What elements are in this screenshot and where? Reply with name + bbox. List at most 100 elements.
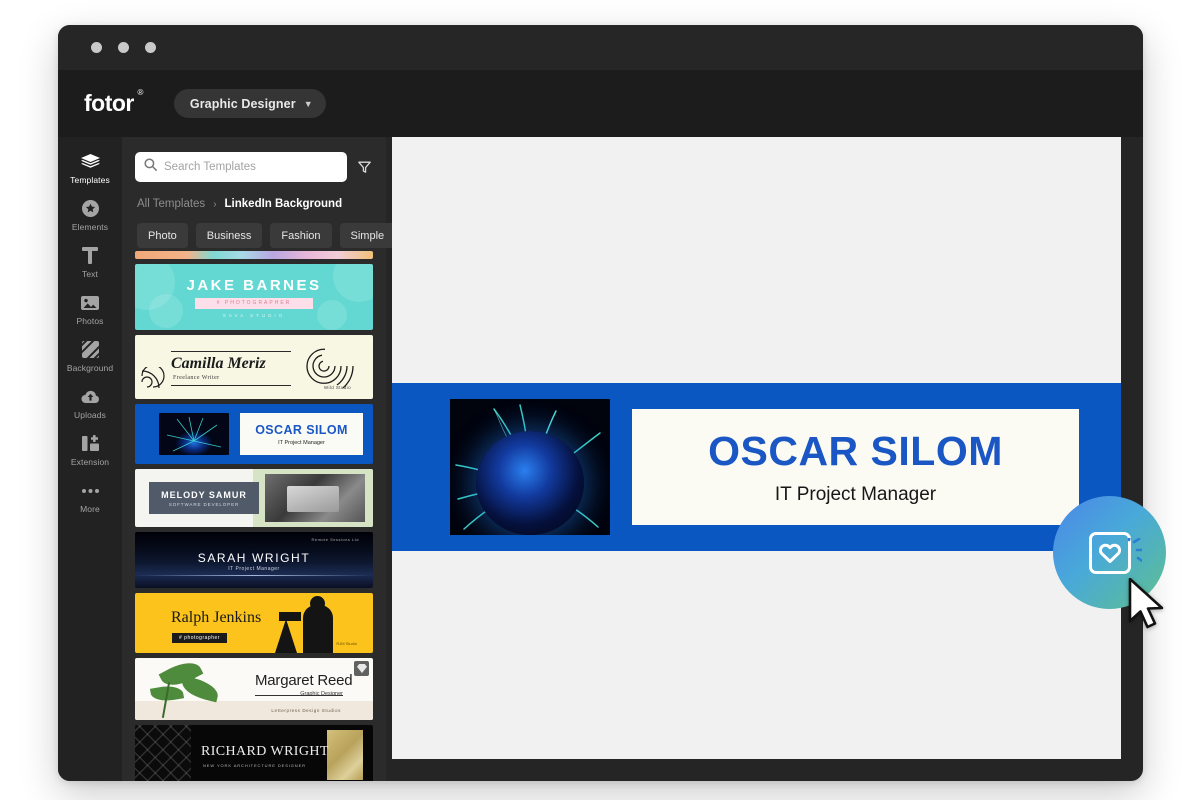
sidebar-item-label: Background	[66, 362, 114, 373]
template-name: Margaret Reed	[255, 672, 353, 689]
breadcrumb-root[interactable]: All Templates	[137, 198, 205, 210]
app-logo[interactable]: fotor ®	[84, 88, 143, 117]
design-text-card[interactable]: OSCAR SILOM IT Project Manager	[632, 409, 1079, 525]
sidebar-item-label: Uploads	[74, 409, 106, 420]
template-top-note: Remote Sessions Ltd	[311, 537, 359, 542]
template-role: IT Project Manager	[278, 439, 325, 446]
template-card-ralph-jenkins[interactable]: Ralph Jenkins # photographer RJM Studio	[135, 593, 373, 653]
breadcrumb-separator: ›	[213, 198, 217, 210]
sidebar-item-label: Text	[82, 268, 98, 279]
design-role: IT Project Manager	[774, 484, 937, 505]
ellipsis-icon	[81, 482, 100, 500]
sidebar-item-elements[interactable]: Elements	[58, 192, 122, 239]
chip-business[interactable]: Business	[195, 223, 263, 248]
template-card-margaret-reed[interactable]: Margaret Reed Graphic Designer Letterpre…	[135, 658, 373, 720]
chevron-down-icon: ▼	[303, 98, 313, 109]
cloud-upload-icon	[80, 388, 100, 406]
template-text-card: OSCAR SILOM IT Project Manager	[240, 413, 363, 455]
template-role: NEW YORK ARCHITECTURE DESIGNER	[203, 763, 306, 768]
template-list[interactable]: JAKE BARNES # PHOTOGRAPHER SAVA STUDIO C…	[122, 251, 386, 781]
plasma-orb	[476, 431, 584, 535]
brand-bar: fotor ® Graphic Designer ▼	[58, 70, 1143, 137]
editor-canvas[interactable]: OSCAR SILOM IT Project Manager	[392, 137, 1121, 759]
sidebar-item-label: Elements	[71, 221, 109, 232]
template-name: MELODY SAMUR	[161, 489, 247, 500]
template-name: JAKE BARNES	[186, 276, 322, 294]
template-role: Graphic Designer	[300, 691, 343, 697]
template-studio: Letterpress Design Studios	[271, 708, 341, 713]
template-name: RICHARD WRIGHT	[201, 744, 329, 759]
template-name: Camilla Meriz	[171, 355, 266, 372]
template-card-melody-samur[interactable]: MELODY SAMUR SOFTWARE DEVELOPER	[135, 469, 373, 527]
template-art: RICHARD WRIGHT NEW YORK ARCHITECTURE DES…	[135, 725, 373, 781]
minimize-button[interactable]	[118, 42, 129, 53]
template-card-sarah-wright[interactable]: Remote Sessions Ltd SARAH WRIGHT IT Proj…	[135, 532, 373, 588]
template-art: JAKE BARNES # PHOTOGRAPHER SAVA STUDIO	[135, 264, 373, 330]
text-t-icon	[82, 247, 98, 265]
search-box[interactable]	[135, 152, 347, 182]
app-window: fotor ® Graphic Designer ▼ Templates Ele…	[58, 25, 1143, 781]
sidebar-item-label: Photos	[76, 315, 104, 326]
template-art: OSCAR SILOM IT Project Manager	[135, 404, 373, 464]
plasma-ball-thumb	[159, 413, 229, 455]
template-card-strip[interactable]	[135, 251, 373, 259]
template-role: IT Project Manager	[228, 566, 280, 572]
sidebar-item-templates[interactable]: Templates	[58, 145, 122, 192]
sidebar-item-label: Templates	[70, 174, 110, 185]
extension-icon	[81, 435, 99, 453]
chip-photo[interactable]: Photo	[137, 223, 188, 248]
template-card-camilla-meriz[interactable]: Camilla Meriz Freelance Writer Wild Stud…	[135, 335, 373, 399]
sidebar-item-extension[interactable]: Extension	[58, 427, 122, 474]
chip-fashion[interactable]: Fashion	[270, 223, 332, 248]
template-name: Ralph Jenkins	[171, 609, 262, 626]
sidebar-item-photos[interactable]: Photos	[58, 286, 122, 333]
search-row	[122, 137, 386, 182]
sidebar-item-more[interactable]: More	[58, 474, 122, 521]
search-icon	[144, 158, 157, 176]
close-button[interactable]	[91, 42, 102, 53]
template-studio: SAVA STUDIO	[222, 312, 286, 318]
template-name: OSCAR SILOM	[255, 422, 348, 437]
window-controls	[91, 42, 156, 53]
chip-simple[interactable]: Simple	[339, 223, 396, 248]
template-name: SARAH WRIGHT	[197, 551, 311, 565]
template-role: # PHOTOGRAPHER	[194, 297, 314, 309]
sidebar-item-label: Extension	[70, 456, 110, 467]
category-chips: Photo Business Fashion Simple	[122, 210, 396, 248]
role-selector-label: Graphic Designer	[189, 96, 296, 111]
sidebar-item-text[interactable]: Text	[58, 239, 122, 286]
template-card-richard-wright[interactable]: RICHARD WRIGHT NEW YORK ARCHITECTURE DES…	[135, 725, 373, 781]
filter-funnel-icon[interactable]	[358, 161, 371, 174]
app-logo-text: fotor	[84, 90, 134, 116]
mouse-pointer-icon	[1128, 577, 1170, 637]
template-art: Ralph Jenkins # photographer RJM Studio	[135, 593, 373, 653]
sidebar-item-label: More	[80, 503, 100, 514]
breadcrumb-current: LinkedIn Background	[224, 198, 343, 210]
photo-icon	[81, 294, 99, 312]
template-art: MELODY SAMUR SOFTWARE DEVELOPER	[135, 469, 373, 527]
gradient-strip	[135, 251, 373, 259]
left-rail: Templates Elements Text Photos Backgroun…	[58, 137, 122, 781]
click-spark-icon	[1108, 533, 1144, 577]
design-name: OSCAR SILOM	[708, 428, 1003, 474]
search-input[interactable]	[164, 161, 338, 173]
maximize-button[interactable]	[145, 42, 156, 53]
registered-mark: ®	[137, 88, 143, 97]
template-card-oscar-silom[interactable]: OSCAR SILOM IT Project Manager	[135, 404, 373, 464]
template-role: SOFTWARE DEVELOPER	[168, 501, 240, 507]
template-studio: RJM Studio	[336, 641, 357, 646]
template-art: Margaret Reed Graphic Designer Letterpre…	[135, 658, 373, 720]
breadcrumb: All Templates › LinkedIn Background	[122, 182, 386, 210]
template-card-jake-barnes[interactable]: JAKE BARNES # PHOTOGRAPHER SAVA STUDIO	[135, 264, 373, 330]
sidebar-item-uploads[interactable]: Uploads	[58, 380, 122, 427]
pro-diamond-icon	[354, 661, 369, 676]
template-role: Freelance Writer	[173, 375, 220, 381]
template-role: # photographer	[172, 633, 227, 643]
sidebar-item-background[interactable]: Background	[58, 333, 122, 380]
template-art: Remote Sessions Ltd SARAH WRIGHT IT Proj…	[135, 532, 373, 588]
role-selector[interactable]: Graphic Designer ▼	[173, 89, 326, 118]
star-badge-icon	[81, 200, 99, 218]
plasma-ball-image	[450, 399, 610, 535]
template-studio: Wild Studio	[323, 385, 351, 390]
design-artboard[interactable]: OSCAR SILOM IT Project Manager	[392, 383, 1121, 551]
